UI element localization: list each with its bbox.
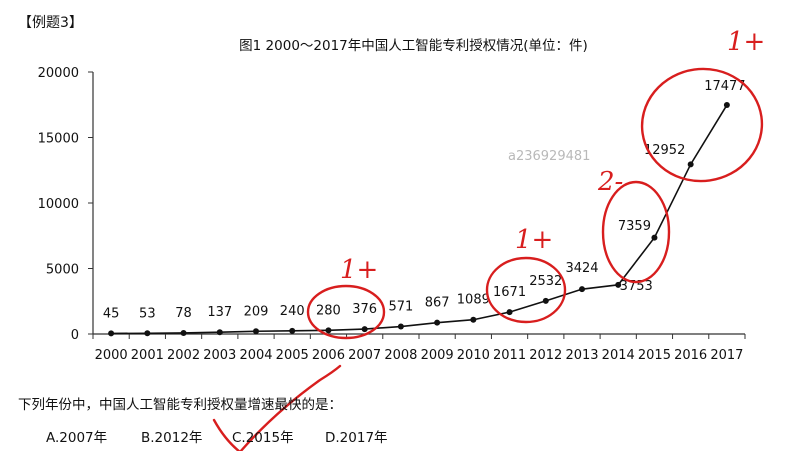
data-point	[470, 316, 477, 323]
x-tick-label: 2010	[457, 348, 490, 363]
data-label: 45	[103, 306, 120, 321]
data-point	[253, 328, 259, 335]
x-tick-label: 2004	[239, 348, 272, 363]
x-tick-label: 2013	[565, 348, 598, 363]
x-tick-label: 2015	[638, 348, 671, 363]
data-point	[216, 329, 223, 336]
y-tick-label: 0	[71, 328, 79, 343]
data-point	[325, 327, 332, 334]
data-label: 2532	[529, 274, 562, 289]
data-point	[108, 330, 115, 337]
x-tick-label: 2017	[710, 348, 743, 363]
line-chart: 05000100001500020000 2000 2001 2002 2003 200…	[38, 27, 765, 451]
data-point	[687, 161, 694, 168]
data-label: 53	[139, 306, 156, 321]
option-d[interactable]: D.2017年	[325, 426, 388, 446]
annotation-mark: 2-	[597, 167, 623, 197]
data-point	[289, 327, 296, 334]
data-point	[180, 329, 187, 336]
x-tick-label: 2006	[312, 348, 345, 363]
data-label: 571	[388, 300, 413, 315]
y-tick-label: 5000	[46, 263, 79, 278]
x-tick-label: 2007	[348, 348, 381, 363]
x-tick-label: 2000	[95, 348, 128, 363]
data-point	[723, 102, 730, 109]
data-point	[434, 319, 441, 326]
y-axis-ticks: 0 5000 10000 15000 20000	[38, 66, 93, 343]
x-tick-label: 2016	[674, 348, 707, 363]
x-tick-label: 2005	[276, 348, 309, 363]
data-label: 137	[207, 305, 232, 320]
data-label: 7359	[618, 219, 651, 234]
data-label: 1089	[457, 293, 490, 308]
data-point	[651, 234, 658, 241]
x-tick-label: 2003	[203, 348, 236, 363]
data-label: 240	[280, 304, 305, 319]
annotation-mark: 1+	[515, 225, 553, 255]
chart-axes	[92, 72, 745, 335]
x-tick-label: 2014	[602, 348, 635, 363]
x-tick-label: 2009	[421, 348, 454, 363]
annotation-mark: 1+	[727, 27, 765, 57]
option-c[interactable]: C.2015年	[232, 426, 294, 446]
data-label: 3424	[565, 261, 598, 276]
x-tick-label: 2008	[384, 348, 417, 363]
x-tick-label: 2011	[493, 348, 526, 363]
watermark-text: a236929481	[508, 149, 590, 164]
data-label: 280	[316, 303, 341, 318]
x-tick-label: 2002	[167, 348, 200, 363]
data-point	[397, 323, 404, 330]
data-label: 867	[425, 296, 450, 311]
option-b[interactable]: B.2012年	[141, 426, 202, 446]
data-labels: 45 53 78 137 209 240 280 376 571 867 1089167125323…	[103, 79, 746, 321]
data-label: 209	[244, 304, 269, 319]
option-a[interactable]: A.2007年	[46, 426, 107, 446]
data-label: 78	[175, 306, 192, 321]
data-label: 376	[352, 302, 377, 317]
y-tick-label: 20000	[38, 66, 79, 81]
x-tick-label: 2012	[529, 348, 562, 363]
annotation-mark: 1+	[340, 255, 378, 285]
question-text: 下列年份中，中国人工智能专利授权量增速最快的是：	[18, 397, 342, 413]
data-point	[361, 326, 368, 333]
x-tick-label: 2001	[131, 348, 164, 363]
data-point	[506, 309, 513, 316]
data-point	[542, 297, 549, 304]
data-point	[579, 286, 585, 293]
annotation-circle-2016-2017	[640, 67, 764, 183]
data-point	[144, 330, 151, 337]
y-tick-label: 15000	[38, 132, 79, 147]
x-axis-ticks: 2000 2001 2002 2003 2004 2005 2006 2007 2008 2009…	[92, 334, 746, 363]
data-label: 1671	[493, 285, 526, 300]
y-tick-label: 10000	[38, 197, 79, 212]
